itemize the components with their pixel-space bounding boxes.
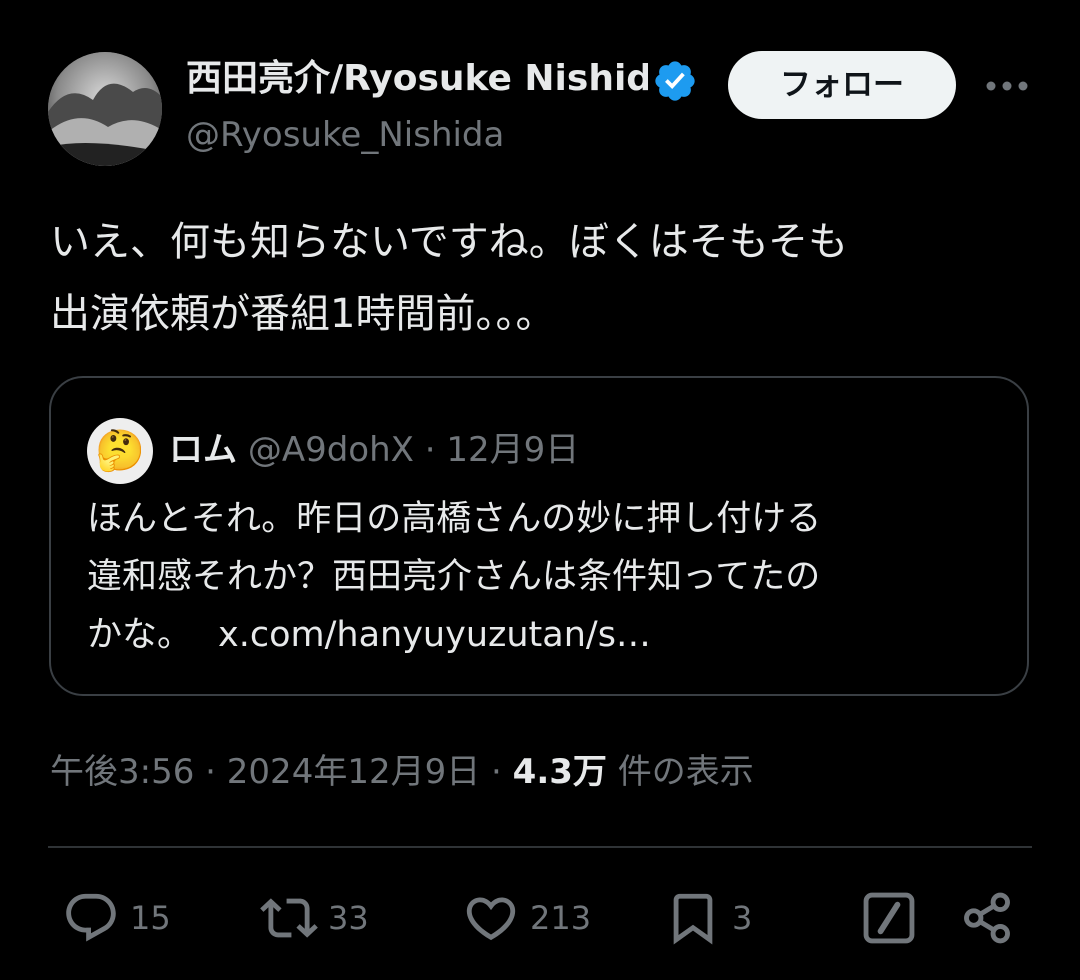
author-display-name[interactable]: 西田亮介/Ryosuke Nishida <box>186 56 648 102</box>
separator-dot: · <box>205 752 216 792</box>
repost-count: 33 <box>328 899 369 937</box>
tweet-time[interactable]: 午後3:56 <box>50 752 194 792</box>
quoted-text-line: ほんとそれ。昨日の高橋さんの妙に押し付ける <box>87 499 822 539</box>
tweet-text-line: いえ、何も知らないですね。ぼくはそもそも <box>50 219 848 265</box>
quoted-tweet-date: 12月9日 <box>446 430 580 470</box>
bookmark-count: 3 <box>732 899 753 937</box>
share-icon <box>964 892 1010 944</box>
quoted-text-end: かな。 <box>87 615 193 655</box>
quoted-author-avatar[interactable]: 🤔 <box>87 418 153 484</box>
verified-badge-icon[interactable] <box>652 58 698 104</box>
divider <box>48 846 1032 848</box>
view-label: 件の表示 <box>617 752 754 792</box>
tweet-meta: 午後3:56 · 2024年12月9日 · 4.3万 件の表示 <box>50 746 754 798</box>
like-count: 213 <box>530 899 592 937</box>
repost-icon <box>260 898 318 938</box>
author-handle[interactable]: @Ryosuke_Nishida <box>186 112 504 158</box>
separator-dot: · <box>424 430 436 470</box>
reply-button[interactable]: 15 <box>62 888 171 948</box>
tweet-date[interactable]: 2024年12月9日 <box>227 752 480 792</box>
tweet-text-line: 出演依頼が番組1時間前。。。 <box>50 291 556 337</box>
more-options-icon[interactable] <box>982 66 1032 106</box>
share-button[interactable] <box>958 888 1016 948</box>
reply-icon <box>66 893 116 942</box>
edit-button[interactable] <box>860 888 918 948</box>
follow-button[interactable]: フォロー <box>728 51 956 119</box>
heart-icon <box>466 897 516 941</box>
like-button[interactable]: 213 <box>462 888 591 948</box>
bookmark-button[interactable]: 3 <box>664 888 752 948</box>
quoted-text-line: かな。 x.com/hanyuyuzutan/s… <box>87 606 997 664</box>
view-count: 4.3万 <box>512 752 607 792</box>
quoted-author-name[interactable]: ロム <box>169 430 237 470</box>
quoted-tweet-text: ほんとそれ。昨日の高橋さんの妙に押し付ける 違和感それか？西田亮介さんは条件知っ… <box>87 490 997 664</box>
avatar-image <box>48 52 162 166</box>
repost-button[interactable]: 33 <box>260 888 369 948</box>
separator-dot: · <box>491 752 502 792</box>
quoted-tweet-link[interactable]: x.com/hanyuyuzutan/s… <box>218 615 651 655</box>
reply-count: 15 <box>130 899 171 937</box>
quoted-tweet-card[interactable]: 🤔 ロム @A9dohX · 12月9日 ほんとそれ。昨日の高橋さんの妙に押し付… <box>49 376 1029 696</box>
quoted-tweet-header: ロム @A9dohX · 12月9日 <box>169 422 579 478</box>
edit-square-icon <box>863 892 915 944</box>
quoted-author-handle[interactable]: @A9dohX <box>248 430 414 470</box>
bookmark-icon <box>673 893 713 945</box>
quoted-text-line: 違和感それか？西田亮介さんは条件知ってたの <box>87 557 821 597</box>
tweet-text: いえ、何も知らないですね。ぼくはそもそも 出演依頼が番組1時間前。。。 <box>50 206 1040 350</box>
author-avatar[interactable] <box>48 52 162 166</box>
